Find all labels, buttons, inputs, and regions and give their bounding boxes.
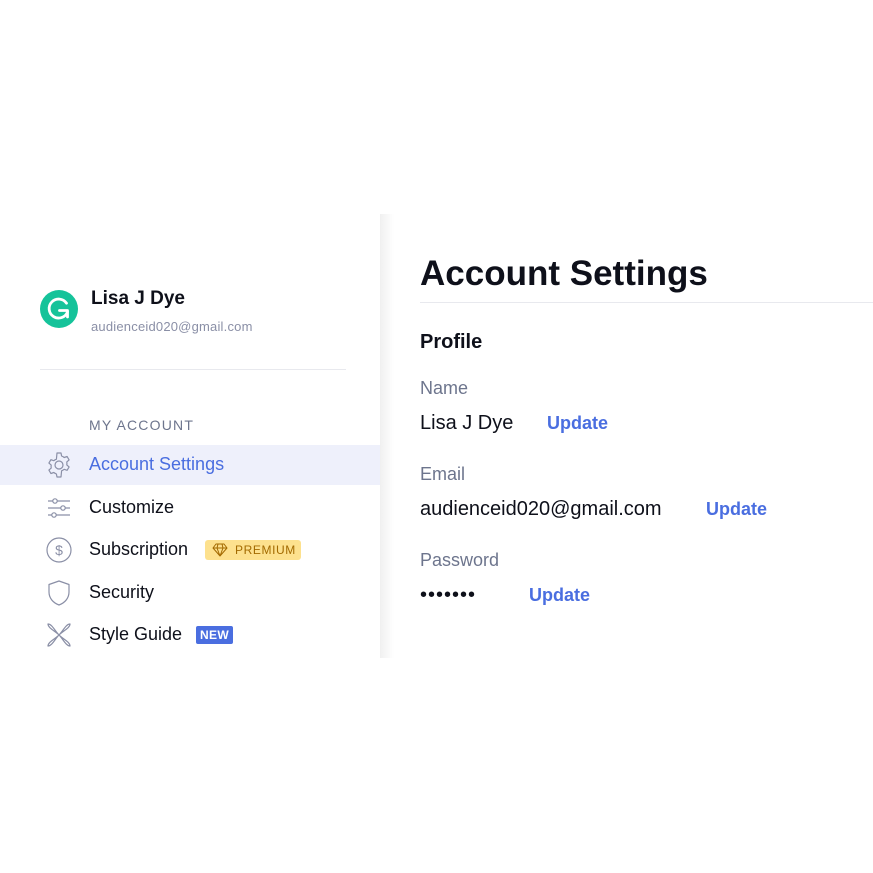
sidebar-divider xyxy=(40,369,346,370)
page-title: Account Settings xyxy=(420,254,708,293)
update-email-button[interactable]: Update xyxy=(706,499,767,520)
grammarly-logo-icon xyxy=(40,290,78,328)
password-value: ••••••• xyxy=(420,584,477,606)
gear-icon xyxy=(44,450,74,480)
sidebar-item-label: Subscription xyxy=(89,539,189,559)
title-divider xyxy=(420,302,873,303)
name-value: Lisa J Dye xyxy=(420,412,514,434)
update-password-button[interactable]: Update xyxy=(529,585,590,606)
sidebar-section-label: MY ACCOUNT xyxy=(89,417,195,433)
sidebar-item-label: Account Settings xyxy=(89,454,225,474)
user-email: audienceid020@gmail.com xyxy=(91,319,253,334)
account-page: Lisa J Dye audienceid020@gmail.com MY AC… xyxy=(0,0,873,873)
email-value: audienceid020@gmail.com xyxy=(420,498,662,520)
name-label: Name xyxy=(420,378,469,398)
sidebar: Lisa J Dye audienceid020@gmail.com MY AC… xyxy=(0,214,380,658)
sidebar-item-security[interactable]: Security xyxy=(0,573,380,613)
style-guide-icon xyxy=(44,620,74,650)
sidebar-shadow xyxy=(380,214,394,658)
profile-section-title: Profile xyxy=(420,331,483,353)
user-name: Lisa J Dye xyxy=(91,288,185,309)
sidebar-item-subscription[interactable]: $ Subscription PREMIUM xyxy=(0,530,380,570)
premium-badge-label: PREMIUM xyxy=(235,543,296,557)
premium-badge: PREMIUM xyxy=(205,540,301,560)
new-badge: NEW xyxy=(196,626,233,644)
sidebar-item-label: Customize xyxy=(89,497,175,517)
sidebar-item-label: Style Guide xyxy=(89,624,183,644)
dollar-icon: $ xyxy=(44,535,74,565)
shield-icon xyxy=(44,578,74,608)
update-name-button[interactable]: Update xyxy=(547,413,608,434)
sidebar-item-style-guide[interactable]: Style Guide NEW xyxy=(0,615,380,655)
sidebar-item-customize[interactable]: Customize xyxy=(0,488,380,528)
main-content: Account Settings Profile Name Lisa J Dye… xyxy=(420,214,873,658)
sliders-icon xyxy=(44,493,74,523)
diamond-icon xyxy=(212,543,228,557)
user-profile: Lisa J Dye audienceid020@gmail.com xyxy=(40,288,360,338)
email-label: Email xyxy=(420,464,466,484)
svg-text:$: $ xyxy=(55,542,63,558)
sidebar-item-account-settings[interactable]: Account Settings xyxy=(0,445,380,485)
sidebar-item-label: Security xyxy=(89,582,155,602)
password-label: Password xyxy=(420,550,500,570)
